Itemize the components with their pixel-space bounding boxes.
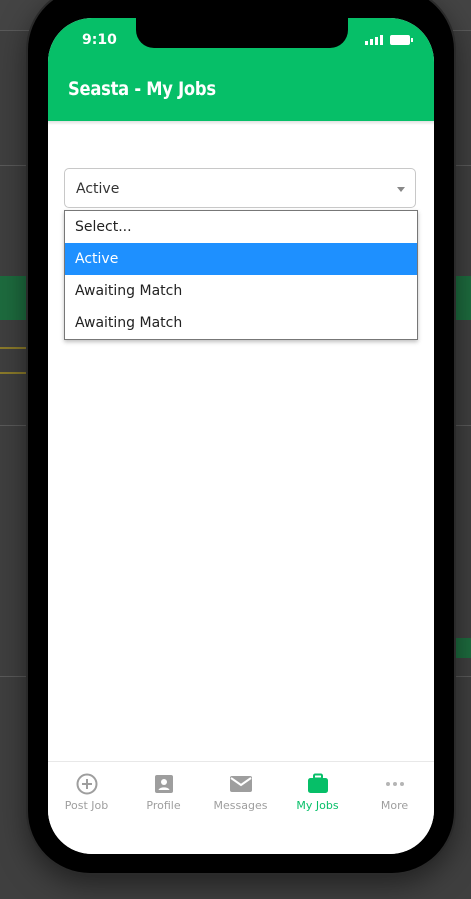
phone-screen: 9:10 Seasta - My Jobs Active Select... A… bbox=[48, 18, 434, 854]
tab-my-jobs[interactable]: My Jobs bbox=[279, 772, 356, 812]
background-green-block bbox=[452, 276, 471, 320]
job-status-dropdown: Select... Active Awaiting Match Awaiting… bbox=[64, 210, 418, 340]
dropdown-option-awaiting-match[interactable]: Awaiting Match bbox=[65, 275, 417, 307]
dropdown-option-select[interactable]: Select... bbox=[65, 211, 417, 243]
tab-label: My Jobs bbox=[296, 799, 339, 812]
profile-card-icon bbox=[154, 775, 173, 793]
tab-profile[interactable]: Profile bbox=[125, 772, 202, 812]
job-status-select[interactable]: Active bbox=[64, 168, 416, 208]
tab-more[interactable]: More bbox=[356, 772, 433, 812]
app-header: 9:10 Seasta - My Jobs bbox=[48, 18, 434, 121]
status-icons bbox=[365, 35, 413, 45]
plus-circle-icon bbox=[76, 773, 97, 795]
battery-icon bbox=[390, 35, 413, 45]
tab-messages[interactable]: Messages bbox=[202, 772, 279, 812]
header-shadow bbox=[48, 121, 434, 125]
phone-notch bbox=[136, 18, 348, 48]
dropdown-option-awaiting-match[interactable]: Awaiting Match bbox=[65, 307, 417, 339]
tab-label: Messages bbox=[213, 799, 268, 812]
briefcase-icon bbox=[307, 773, 328, 793]
more-dots-icon bbox=[385, 782, 404, 786]
tab-label: Post Job bbox=[64, 799, 109, 812]
page-title: Seasta - My Jobs bbox=[68, 78, 216, 100]
status-time: 9:10 bbox=[82, 32, 117, 48]
envelope-icon bbox=[229, 776, 252, 792]
chevron-down-icon bbox=[397, 187, 405, 192]
signal-icon bbox=[365, 35, 383, 45]
bottom-tab-bar: Post Job Profile Messages My Jobs More bbox=[48, 761, 434, 854]
tab-post-job[interactable]: Post Job bbox=[48, 772, 125, 812]
dropdown-option-active[interactable]: Active bbox=[65, 243, 417, 275]
job-status-select-value: Active bbox=[76, 181, 120, 197]
tab-label: More bbox=[380, 799, 409, 812]
tab-label: Profile bbox=[146, 799, 181, 812]
background-green-block bbox=[452, 638, 471, 658]
